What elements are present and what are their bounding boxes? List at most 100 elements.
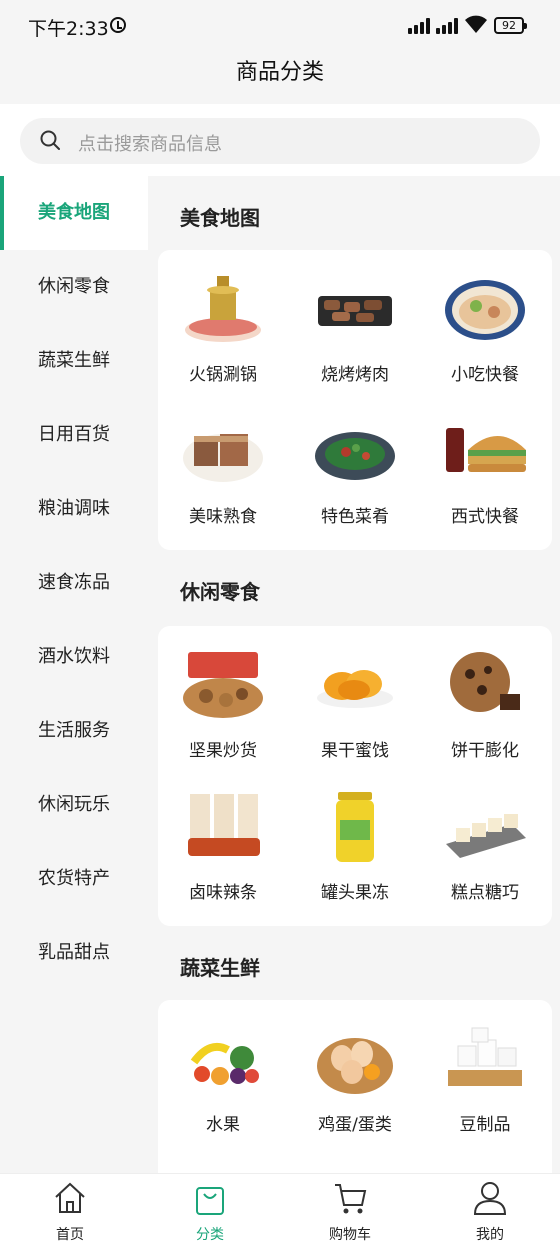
cart-icon: [335, 1184, 367, 1214]
status-time: 下午2:33: [28, 18, 109, 40]
section-title: 蔬菜生鲜: [180, 956, 260, 980]
tab-label: 首页: [56, 1227, 84, 1243]
category-sidebar: 美食地图 休闲零食 蔬菜生鲜 日用百货 粮油调味 速食冻品 酒水饮料 生活服务 …: [0, 176, 148, 1173]
tab-profile[interactable]: 我的: [420, 1180, 560, 1244]
search-icon: [40, 130, 60, 150]
tab-home[interactable]: 首页: [0, 1180, 140, 1244]
search-area: 点击搜索商品信息: [0, 104, 560, 176]
sidebar-item-label: 休闲玩乐: [38, 794, 110, 815]
category-label: 特色菜肴: [321, 507, 389, 527]
category-label: 卤味辣条: [189, 883, 257, 903]
tofu-icon: [448, 1027, 522, 1086]
sidebar-item-dairy[interactable]: 乳品甜点: [0, 916, 148, 990]
category-content: 美食地图 火锅涮锅 烧烤烤肉 小吃快餐 美味熟食 特色菜肴 西式快餐 休闲零食 …: [148, 176, 560, 1173]
sidebar-item-label: 粮油调味: [38, 498, 110, 519]
category-cell[interactable]: 小吃快餐: [420, 272, 550, 385]
category-label: 水果: [206, 1115, 240, 1135]
battery-icon: 92: [494, 17, 527, 34]
page-header: 商品分类: [0, 52, 560, 104]
search-input[interactable]: 点击搜索商品信息: [20, 118, 540, 164]
category-cell[interactable]: 美味熟食: [158, 414, 288, 527]
category-cell[interactable]: 坚果炒货: [158, 648, 288, 761]
section-card-snacks: 坚果炒货 果干蜜饯 饼干膨化 卤味辣条 罐头果冻 糕点糖巧: [158, 626, 552, 926]
category-cell[interactable]: 糕点糖巧: [420, 790, 550, 903]
section-card-food-map: 火锅涮锅 烧烤烤肉 小吃快餐 美味熟食 特色菜肴 西式快餐: [158, 250, 552, 550]
category-cell[interactable]: 烧烤烤肉: [290, 272, 420, 385]
sidebar-item-label: 酒水饮料: [38, 646, 110, 667]
category-cell[interactable]: 罐头果冻: [290, 790, 420, 903]
sidebar-item-grain-oil[interactable]: 粮油调味: [0, 472, 148, 546]
category-cell[interactable]: 果干蜜饯: [290, 648, 420, 761]
category-cell[interactable]: 火锅涮锅: [158, 272, 288, 385]
category-label: 果干蜜饯: [321, 741, 389, 761]
alarm-icon: [110, 17, 126, 33]
tab-category[interactable]: 分类: [140, 1180, 280, 1244]
nuts-icon: [183, 652, 263, 718]
noodle-bowl-icon: [445, 280, 525, 340]
battery-level: 92: [502, 19, 516, 32]
category-cell[interactable]: 卤味辣条: [158, 790, 288, 903]
category-label: 火锅涮锅: [189, 365, 257, 385]
status-bar: 下午2:33 92: [0, 0, 560, 52]
sidebar-item-label: 生活服务: [38, 720, 110, 741]
home-icon: [55, 1182, 85, 1213]
category-cell[interactable]: 西式快餐: [420, 414, 550, 527]
bbq-grill-icon: [318, 296, 392, 326]
sidebar-item-farm-produce[interactable]: 农货特产: [0, 842, 148, 916]
sidebar-item-label: 蔬菜生鲜: [38, 350, 110, 371]
category-cell[interactable]: 饼干膨化: [420, 648, 550, 761]
sidebar-item-label: 乳品甜点: [38, 942, 110, 963]
category-label: 坚果炒货: [189, 741, 257, 761]
wifi-icon: [465, 15, 487, 33]
sidebar-item-drinks[interactable]: 酒水饮料: [0, 620, 148, 694]
spicy-strips-icon: [188, 794, 260, 856]
section-title: 休闲零食: [180, 580, 260, 604]
sidebar-item-frozen[interactable]: 速食冻品: [0, 546, 148, 620]
category-cell[interactable]: 豆制品: [420, 1022, 550, 1135]
sidebar-item-leisure[interactable]: 休闲玩乐: [0, 768, 148, 842]
sidebar-item-label: 日用百货: [38, 424, 110, 445]
tab-label: 我的: [476, 1227, 504, 1243]
hotpot-icon: [185, 276, 261, 342]
sidebar-item-label: 农货特产: [38, 868, 110, 889]
tab-cart[interactable]: 购物车: [280, 1180, 420, 1244]
signal-icon-2: [436, 18, 458, 34]
cooked-meat-icon: [183, 434, 263, 482]
category-label: 小吃快餐: [451, 365, 519, 385]
tab-label: 购物车: [329, 1227, 371, 1243]
category-bag-icon: [196, 1187, 224, 1215]
category-label: 烧烤烤肉: [321, 365, 389, 385]
category-label: 罐头果冻: [321, 883, 389, 903]
signal-icon: [408, 18, 430, 34]
sidebar-item-label: 休闲零食: [38, 276, 110, 297]
sidebar-item-label: 速食冻品: [38, 572, 110, 593]
tab-label: 分类: [196, 1227, 224, 1243]
category-label: 豆制品: [459, 1115, 511, 1135]
sidebar-item-snacks[interactable]: 休闲零食: [0, 250, 148, 324]
section-title: 美食地图: [180, 206, 260, 230]
pastry-icon: [446, 814, 526, 858]
bottom-tab-bar: 首页 分类 购物车 我的: [0, 1173, 560, 1246]
page-title: 商品分类: [235, 60, 324, 85]
category-cell[interactable]: 特色菜肴: [290, 414, 420, 527]
dried-fruit-icon: [317, 670, 393, 708]
section-card-fresh-veg: 水果 鸡蛋/蛋类 豆制品: [158, 1000, 552, 1173]
eggs-icon: [317, 1038, 393, 1094]
cookie-icon: [450, 652, 520, 712]
category-label: 美味熟食: [189, 507, 257, 527]
user-icon: [473, 1182, 507, 1215]
category-label: 饼干膨化: [451, 741, 519, 761]
sidebar-item-daily-goods[interactable]: 日用百货: [0, 398, 148, 472]
search-placeholder: 点击搜索商品信息: [78, 134, 222, 155]
category-cell[interactable]: 水果: [158, 1022, 288, 1135]
sidebar-item-food-map[interactable]: 美食地图: [0, 176, 148, 250]
category-cell[interactable]: 鸡蛋/蛋类: [290, 1022, 420, 1135]
dish-plate-icon: [315, 432, 395, 480]
fruit-icon: [190, 1043, 259, 1085]
sidebar-item-fresh-veg[interactable]: 蔬菜生鲜: [0, 324, 148, 398]
sidebar-item-services[interactable]: 生活服务: [0, 694, 148, 768]
burger-icon: [446, 428, 526, 472]
canned-jar-icon: [336, 792, 374, 862]
category-label: 西式快餐: [451, 507, 519, 527]
category-label: 糕点糖巧: [451, 883, 519, 903]
